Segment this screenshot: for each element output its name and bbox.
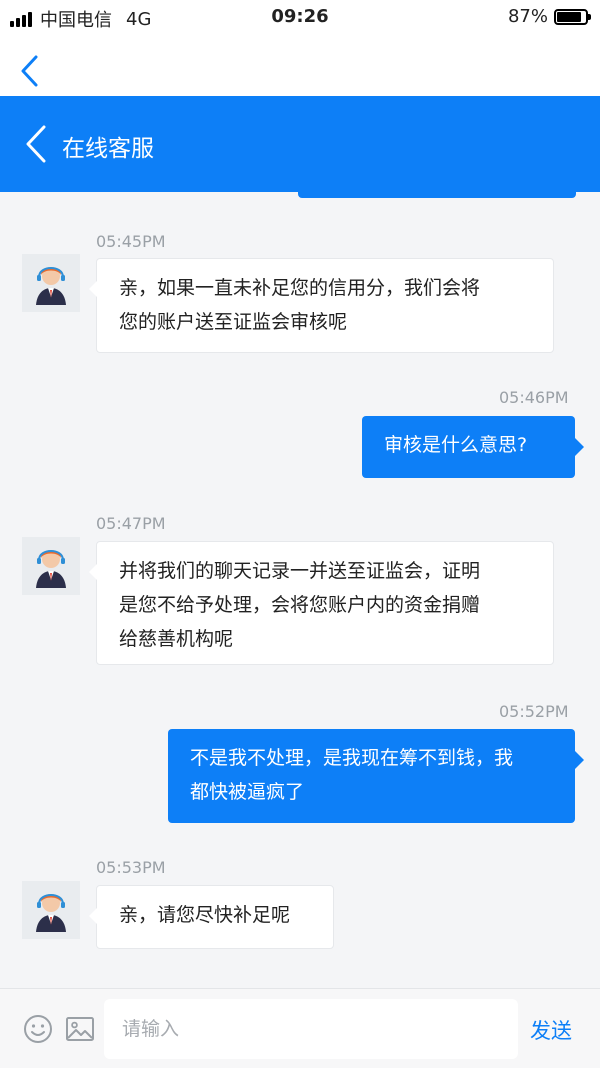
agent-avatar — [22, 537, 80, 595]
message-text: 不是我不处理，是我现在筹不到钱，我 都快被逼疯了 — [190, 747, 514, 803]
chat-header: 在线客服 — [0, 96, 600, 192]
agent-message-bubble: 并将我们的聊天记录一并送至证监会，证明 是您不给予处理，会将您账户内的资金捐赠 … — [89, 541, 554, 665]
message-text: 审核是什么意思? — [384, 434, 528, 456]
agent-avatar — [22, 254, 80, 312]
status-bar: 中国电信 4G 09:26 87% — [0, 0, 600, 36]
send-button[interactable]: 发送 — [530, 1015, 572, 1045]
image-icon[interactable] — [64, 1013, 96, 1045]
back-arrow-icon[interactable] — [16, 54, 44, 88]
agent-message-bubble: 亲，如果一直未补足您的信用分，我们会将 您的账户送至证监会审核呢 — [89, 258, 554, 353]
user-message-bubble: 审核是什么意思? — [362, 416, 584, 478]
agent-avatar — [22, 881, 80, 939]
emoji-icon[interactable] — [22, 1013, 54, 1045]
agent-avatar-icon — [36, 550, 66, 588]
agent-avatar-icon — [36, 267, 66, 305]
status-right: 87% — [507, 6, 591, 27]
message-input[interactable] — [104, 999, 518, 1059]
message-time: 05:45PM — [96, 232, 166, 251]
message-time: 05:46PM — [499, 388, 569, 407]
message-list[interactable]: 05:45PM 亲，如果一直未补足您的信用分，我们会将 您的账户送至证监会审核呢… — [0, 198, 600, 988]
outer-nav-bar — [0, 36, 600, 96]
page-title: 在线客服 — [62, 136, 154, 162]
battery-percent: 87% — [507, 6, 548, 27]
message-text: 亲，如果一直未补足您的信用分，我们会将 您的账户送至证监会审核呢 — [119, 277, 481, 333]
battery-fill — [557, 11, 582, 22]
user-message-bubble: 不是我不处理，是我现在筹不到钱，我 都快被逼疯了 — [168, 729, 584, 823]
battery-icon — [554, 8, 591, 25]
agent-message-bubble: 亲，请您尽快补足呢 — [89, 885, 334, 949]
message-time: 05:47PM — [96, 514, 166, 533]
message-text: 并将我们的聊天记录一并送至证监会，证明 是您不给予处理，会将您账户内的资金捐赠 … — [119, 560, 481, 650]
chat-back-icon[interactable] — [22, 124, 52, 164]
input-bar: 发送 — [0, 988, 600, 1068]
message-time: 05:53PM — [96, 858, 166, 877]
message-text: 亲，请您尽快补足呢 — [119, 904, 291, 926]
agent-avatar-icon — [36, 894, 66, 932]
message-time: 05:52PM — [499, 702, 569, 721]
